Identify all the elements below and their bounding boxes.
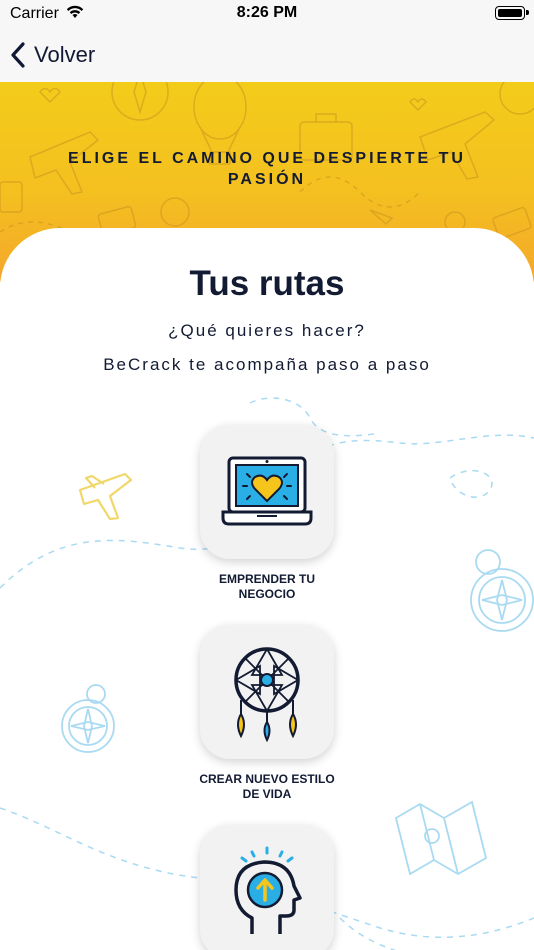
subtitle-tagline: BeCrack te acompaña paso a paso <box>103 355 431 374</box>
hero-title: ELIGE EL CAMINO QUE DESPIERTE TU PASIÓN <box>68 150 466 188</box>
route-tile[interactable] <box>200 825 334 950</box>
subtitle-question: ¿Qué quieres hacer? <box>168 321 366 340</box>
route-label: CREAR NUEVO ESTILO DE VIDA <box>199 772 335 801</box>
chevron-left-icon <box>11 42 25 68</box>
route-tile[interactable] <box>200 625 334 759</box>
battery-icon <box>495 6 529 20</box>
routes-card: Tus rutas ¿Qué quieres hacer? BeCrack te… <box>0 228 534 950</box>
dreamcatcher-icon <box>234 647 300 742</box>
head-arrow-up-icon <box>234 846 302 934</box>
route-tile[interactable] <box>200 425 334 559</box>
route-label: EMPRENDER TU NEGOCIO <box>218 572 315 601</box>
status-time: 8:26 PM <box>236 4 298 21</box>
back-label: Volver <box>34 42 96 67</box>
page-title: Tus rutas <box>189 264 345 303</box>
laptop-heart-icon <box>221 456 313 526</box>
status-bar: Carrier 8:26 PM <box>0 0 534 30</box>
back-button[interactable]: Volver <box>8 38 95 72</box>
navigation-bar: Volver <box>0 30 534 82</box>
